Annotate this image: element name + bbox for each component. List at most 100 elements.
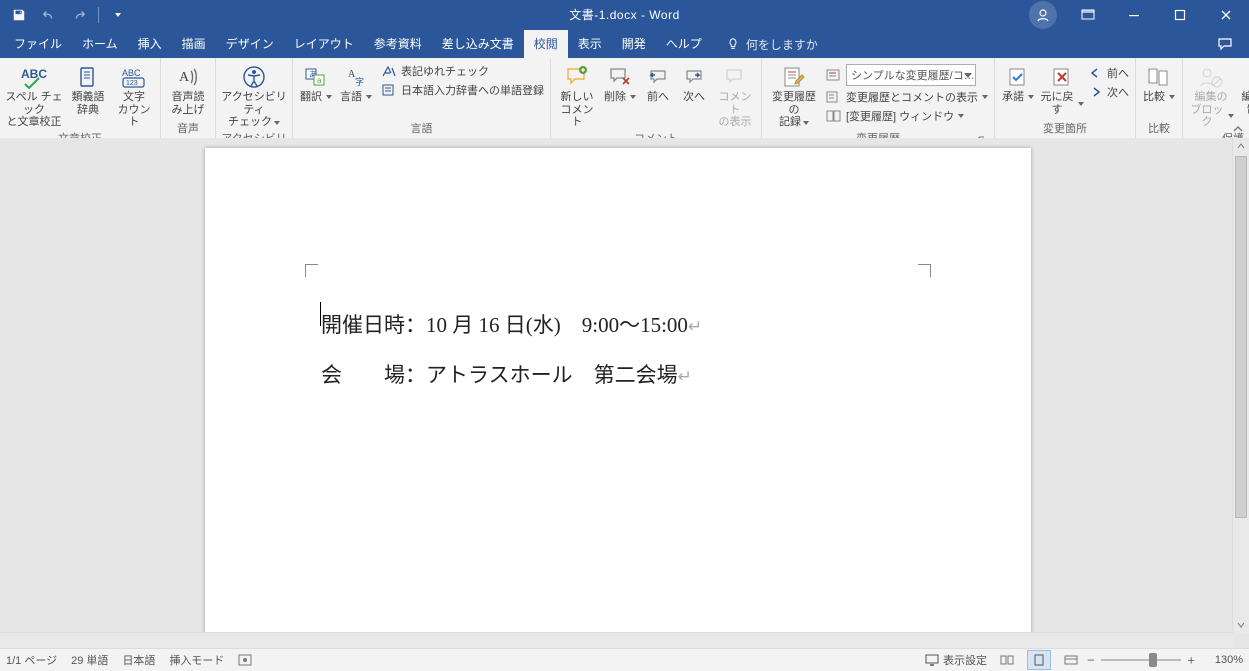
tell-me-search[interactable]: 何をしますか	[712, 30, 818, 58]
tab-references[interactable]: 参考資料	[364, 30, 432, 58]
accessibility-check-button[interactable]: アクセシビリティ チェック	[220, 62, 288, 129]
tab-mailings[interactable]: 差し込み文書	[432, 30, 524, 58]
display-review-icon	[826, 68, 842, 82]
delete-comment-icon	[609, 66, 631, 88]
track-changes-button[interactable]: 変更履歴の 記録	[766, 62, 822, 129]
quick-access-toolbar	[0, 0, 131, 30]
translate-button[interactable]: あa 翻訳	[297, 62, 335, 104]
svg-text:字: 字	[355, 76, 364, 87]
status-insert-mode[interactable]: 挿入モード	[169, 652, 224, 668]
new-comment-icon	[565, 66, 589, 88]
vertical-scrollbar[interactable]	[1232, 138, 1249, 633]
display-settings-button[interactable]: 表示設定	[925, 652, 987, 668]
zoom-slider[interactable]: − +	[1091, 651, 1191, 669]
reviewing-pane-button[interactable]: [変更履歴] ウィンドウ	[824, 107, 990, 125]
svg-text:A: A	[179, 70, 190, 85]
svg-text:123: 123	[126, 80, 138, 87]
tab-review[interactable]: 校閲	[524, 30, 568, 58]
next-comment-icon	[683, 67, 705, 87]
next-change-icon	[1089, 86, 1103, 98]
group-language: あa 翻訳 A字 言語 表記ゆれチェック 日本語入力辞書への単語登録 言語	[293, 58, 551, 138]
readaloud-icon: A	[176, 65, 200, 89]
document-page[interactable]: 開催日時：10 月 16 日(水) 9:00～15:00↵ 会 場：アトラスホー…	[205, 148, 1031, 646]
group-accessibility: アクセシビリティ チェック アクセシビリティ	[216, 58, 293, 138]
show-markup-button[interactable]: 変更履歴とコメントの表示	[824, 88, 990, 106]
save-icon[interactable]	[6, 0, 32, 30]
ribbon-display-options-icon[interactable]	[1065, 0, 1111, 30]
language-button[interactable]: A字 言語	[337, 62, 375, 104]
scroll-up-icon[interactable]	[1233, 138, 1249, 154]
web-layout-view-icon[interactable]	[1059, 650, 1083, 670]
zoom-percent[interactable]: 130%	[1199, 654, 1243, 666]
consistency-check-button[interactable]: 表記ゆれチェック	[379, 62, 546, 80]
status-page[interactable]: 1/1 ページ	[6, 652, 57, 668]
next-comment-button[interactable]: 次へ	[677, 62, 711, 104]
group-label-speech: 音声	[165, 119, 211, 138]
zoom-in-icon[interactable]: +	[1187, 653, 1195, 668]
zoom-out-icon[interactable]: −	[1087, 653, 1095, 668]
dictionary-register-button[interactable]: 日本語入力辞書への単語登録	[379, 81, 546, 99]
account-icon[interactable]	[1029, 1, 1057, 29]
paragraph-mark-icon: ↵	[678, 367, 692, 386]
svg-text:ABC: ABC	[21, 67, 47, 81]
group-speech: A 音声読 み上げ 音声	[161, 58, 216, 138]
restrict-editing-button[interactable]: 編集の 制限	[1237, 62, 1249, 116]
ribbon-tabs: ファイル ホーム 挿入 描画 デザイン レイアウト 参考資料 差し込み文書 校閲…	[0, 30, 1249, 58]
show-comments-button: コメント の表示	[713, 62, 757, 129]
next-change-button[interactable]: 次へ	[1087, 83, 1131, 101]
minimize-button[interactable]	[1111, 0, 1157, 30]
document-filename: 文書-1.docx	[569, 8, 637, 22]
tab-help[interactable]: ヘルプ	[656, 30, 712, 58]
zoom-slider-thumb[interactable]	[1149, 653, 1157, 667]
readaloud-button[interactable]: A 音声読 み上げ	[165, 62, 211, 116]
reviewing-pane-icon	[826, 109, 842, 123]
tab-insert[interactable]: 挿入	[128, 30, 172, 58]
prev-change-button[interactable]: 前へ	[1087, 64, 1131, 82]
close-button[interactable]	[1203, 0, 1249, 30]
tab-draw[interactable]: 描画	[172, 30, 216, 58]
display-for-review-dropdown[interactable]: シンプルな変更履歴/コ…	[824, 63, 990, 87]
read-mode-view-icon[interactable]	[995, 650, 1019, 670]
tab-file[interactable]: ファイル	[4, 30, 72, 58]
thesaurus-button[interactable]: 類義語 辞典	[66, 62, 110, 116]
status-bar: 1/1 ページ 29 単語 日本語 挿入モード 表示設定 − + 130%	[0, 648, 1249, 671]
accept-button[interactable]: 承諾	[999, 62, 1037, 104]
tab-developer[interactable]: 開発	[612, 30, 656, 58]
new-comment-button[interactable]: 新しい コメント	[555, 62, 599, 129]
group-label-compare: 比較	[1140, 119, 1178, 138]
tab-home[interactable]: ホーム	[72, 30, 128, 58]
compare-button[interactable]: 比較	[1140, 62, 1178, 104]
tell-me-label: 何をしますか	[746, 36, 818, 53]
horizontal-scrollbar[interactable]	[0, 632, 1233, 649]
comments-pane-icon[interactable]	[1209, 30, 1241, 58]
tab-view[interactable]: 表示	[568, 30, 612, 58]
group-proofing: ABC スペル チェック と文章校正 類義語 辞典 ABC123 文字 カウント…	[0, 58, 161, 138]
status-language[interactable]: 日本語	[122, 652, 155, 668]
document-area: 開催日時：10 月 16 日(水) 9:00～15:00↵ 会 場：アトラスホー…	[0, 138, 1249, 649]
group-label-changes: 変更箇所	[999, 119, 1131, 138]
scroll-thumb[interactable]	[1235, 156, 1247, 518]
collapse-ribbon-icon[interactable]	[1231, 122, 1245, 136]
language-icon: A字	[345, 65, 367, 89]
document-text[interactable]: 開催日時：10 月 16 日(水) 9:00～15:00↵ 会 場：アトラスホー…	[321, 300, 702, 401]
group-changes: 承諾 元に戻す 前へ 次へ 変更箇所	[995, 58, 1136, 138]
qat-customize-icon[interactable]	[105, 0, 131, 30]
spellcheck-button[interactable]: ABC スペル チェック と文章校正	[4, 62, 64, 129]
print-layout-view-icon[interactable]	[1027, 650, 1051, 670]
wordcount-button[interactable]: ABC123 文字 カウント	[112, 62, 156, 129]
reject-button[interactable]: 元に戻す	[1039, 62, 1085, 116]
app-name: Word	[649, 8, 679, 22]
redo-icon[interactable]	[66, 0, 92, 30]
tab-layout[interactable]: レイアウト	[284, 30, 364, 58]
status-macro-icon[interactable]	[238, 654, 252, 666]
reject-icon	[1051, 66, 1073, 88]
scroll-down-icon[interactable]	[1233, 617, 1249, 633]
prev-comment-button[interactable]: 前へ	[641, 62, 675, 104]
margin-corner-tr	[918, 264, 931, 277]
maximize-button[interactable]	[1157, 0, 1203, 30]
undo-icon[interactable]	[36, 0, 62, 30]
margin-corner-tl	[305, 264, 318, 277]
delete-comment-button[interactable]: 削除	[601, 62, 639, 104]
tab-design[interactable]: デザイン	[216, 30, 284, 58]
status-words[interactable]: 29 単語	[71, 652, 108, 668]
